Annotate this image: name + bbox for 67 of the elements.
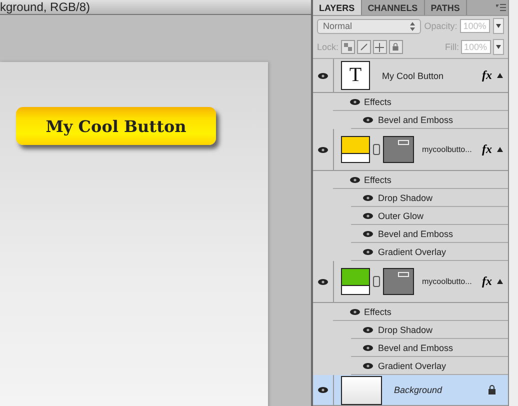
- eye-icon[interactable]: [363, 116, 373, 122]
- eye-icon[interactable]: [363, 230, 373, 236]
- effect-name: Bevel and Emboss: [378, 342, 454, 352]
- eye-icon[interactable]: [350, 176, 360, 182]
- layer-name: Background: [394, 385, 442, 395]
- caret-icon: [496, 24, 502, 28]
- eye-icon[interactable]: [363, 344, 373, 350]
- brush-icon: [360, 43, 368, 52]
- button-artwork: My Cool Button: [16, 107, 216, 145]
- lock-label: Lock:: [317, 42, 339, 52]
- eye-icon[interactable]: [363, 326, 373, 332]
- opacity-label: Opacity:: [424, 21, 458, 32]
- effects-label: Effects: [364, 306, 392, 316]
- panel-tab[interactable]: PATHS: [424, 0, 467, 16]
- layer-row[interactable]: Background: [313, 375, 508, 406]
- link-icon: [373, 276, 380, 287]
- effect-name: Bevel and Emboss: [378, 228, 454, 238]
- effect-name: Drop Shadow: [378, 192, 433, 202]
- layer-row[interactable]: mycoolbutto... fx: [313, 129, 508, 171]
- layer-effects-label: fx: [482, 274, 492, 289]
- blend-mode-dropdown[interactable]: Normal: [317, 18, 422, 34]
- effect-name: Gradient Overlay: [378, 360, 446, 370]
- effect-name: Outer Glow: [378, 210, 424, 220]
- layer-effects-label: fx: [482, 142, 492, 157]
- layer-row[interactable]: T My Cool Button fx: [313, 59, 508, 93]
- stepper-icon: [410, 22, 416, 31]
- layer-effects-label: fx: [482, 68, 492, 83]
- effects-label: Effects: [364, 174, 392, 184]
- caret-icon: [496, 45, 501, 50]
- lock-brush-button[interactable]: [356, 40, 371, 54]
- vector-mask-thumbnail: [383, 136, 414, 163]
- eye-icon[interactable]: [350, 308, 360, 314]
- eye-icon[interactable]: [363, 248, 373, 254]
- layer-row[interactable]: mycoolbutto... fx: [313, 261, 508, 303]
- visibility-eye-icon[interactable]: [318, 146, 328, 152]
- vector-mask-thumbnail: [383, 268, 414, 295]
- visibility-eye-icon[interactable]: [318, 387, 328, 393]
- eye-icon[interactable]: [363, 194, 373, 200]
- panel-menu-icon[interactable]: [496, 4, 506, 12]
- move-icon: [375, 42, 384, 52]
- opacity-dropdown-button[interactable]: [493, 18, 504, 34]
- lock-all-button[interactable]: [388, 40, 403, 54]
- effect-name: Bevel and Emboss: [378, 114, 454, 124]
- effect-name: Gradient Overlay: [378, 246, 446, 256]
- checkerboard-icon: [344, 43, 352, 52]
- fill-dropdown-button[interactable]: [493, 39, 504, 56]
- layer-name: mycoolbutto...: [422, 145, 472, 154]
- panel-tab[interactable]: CHANNELS: [362, 0, 425, 16]
- lock-move-button[interactable]: [372, 40, 387, 54]
- visibility-eye-icon[interactable]: [318, 72, 328, 78]
- effects-label: Effects: [364, 96, 392, 106]
- eye-icon[interactable]: [363, 212, 373, 218]
- panel-tab[interactable]: LAYERS: [313, 0, 362, 16]
- lock-transparency-button[interactable]: [340, 40, 355, 54]
- collapse-arrow-icon[interactable]: [497, 279, 503, 284]
- lock-icon: [392, 43, 400, 52]
- eye-icon[interactable]: [363, 362, 373, 368]
- collapse-arrow-icon[interactable]: [497, 147, 503, 152]
- eye-icon[interactable]: [350, 98, 360, 104]
- fill-label: Fill:: [445, 42, 459, 52]
- layer-name: mycoolbutto...: [422, 277, 472, 286]
- collapse-arrow-icon[interactable]: [497, 73, 503, 78]
- effect-name: Drop Shadow: [378, 324, 433, 334]
- text-layer-thumbnail: T: [341, 61, 370, 90]
- layer-name: My Cool Button: [382, 70, 444, 80]
- link-icon: [373, 144, 380, 155]
- visibility-eye-icon[interactable]: [318, 278, 328, 284]
